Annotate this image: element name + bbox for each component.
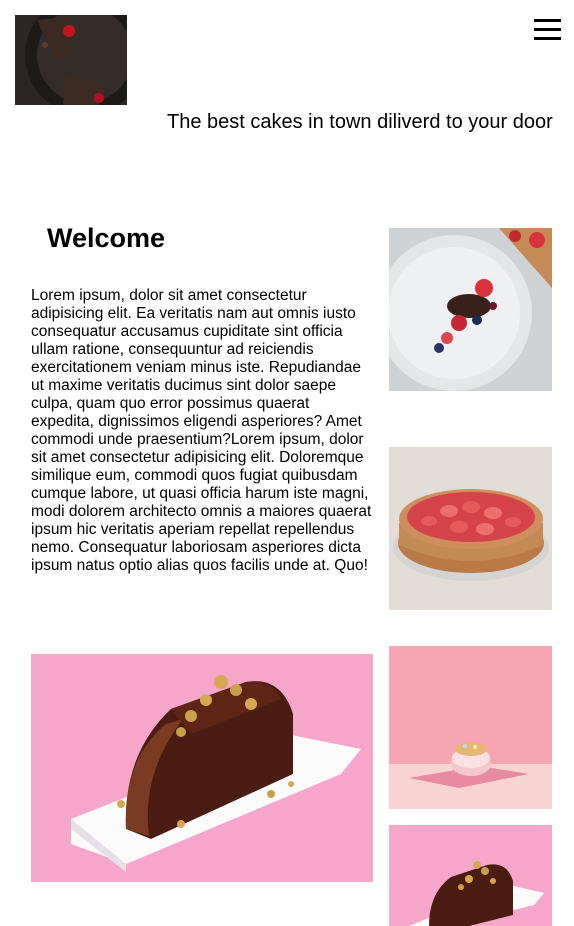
chocolate-cake-plate-logo bbox=[15, 15, 127, 105]
menu-bar-middle bbox=[534, 28, 561, 31]
strawberry-tart-image bbox=[389, 447, 552, 610]
tagline: The best cakes in town diliverd to your … bbox=[167, 111, 553, 133]
menu-bar-top bbox=[534, 19, 561, 22]
intro-paragraph: Lorem ipsum, dolor sit amet consectetur … bbox=[31, 287, 372, 574]
hamburger-menu-icon[interactable] bbox=[534, 18, 561, 40]
berry-plate-image bbox=[389, 228, 552, 391]
chocolate-cake-slice-image bbox=[31, 654, 373, 882]
pink-donut-image bbox=[389, 646, 552, 809]
logo-image[interactable] bbox=[15, 15, 127, 105]
menu-bar-bottom bbox=[534, 37, 561, 40]
page-title: Welcome bbox=[47, 223, 166, 253]
chocolate-cake-slice-image-small bbox=[389, 825, 552, 926]
